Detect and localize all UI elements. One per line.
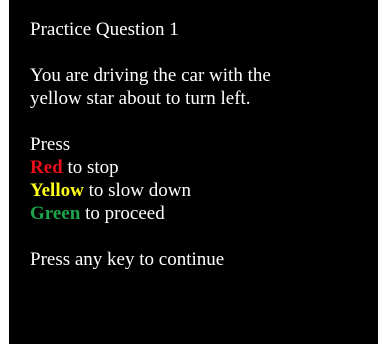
continue-prompt: Press any key to continue xyxy=(30,249,225,270)
instruction-line-2: yellow star about to turn left. xyxy=(30,88,251,109)
instruction-line-1: You are driving the car with the xyxy=(30,65,271,86)
yellow-action: to slow down xyxy=(83,180,191,201)
option-yellow: Yellow to slow down xyxy=(30,179,378,202)
option-green: Green to proceed xyxy=(30,202,378,225)
option-red: Red to stop xyxy=(30,156,378,179)
question-title: Practice Question 1 xyxy=(30,19,179,40)
instruction-panel: Practice Question 1 You are driving the … xyxy=(9,0,378,344)
green-label: Green xyxy=(30,203,81,224)
green-action: to proceed xyxy=(80,203,165,224)
yellow-label: Yellow xyxy=(30,180,84,201)
red-action: to stop xyxy=(62,157,119,178)
press-label: Press xyxy=(30,134,71,155)
red-label: Red xyxy=(30,157,63,178)
